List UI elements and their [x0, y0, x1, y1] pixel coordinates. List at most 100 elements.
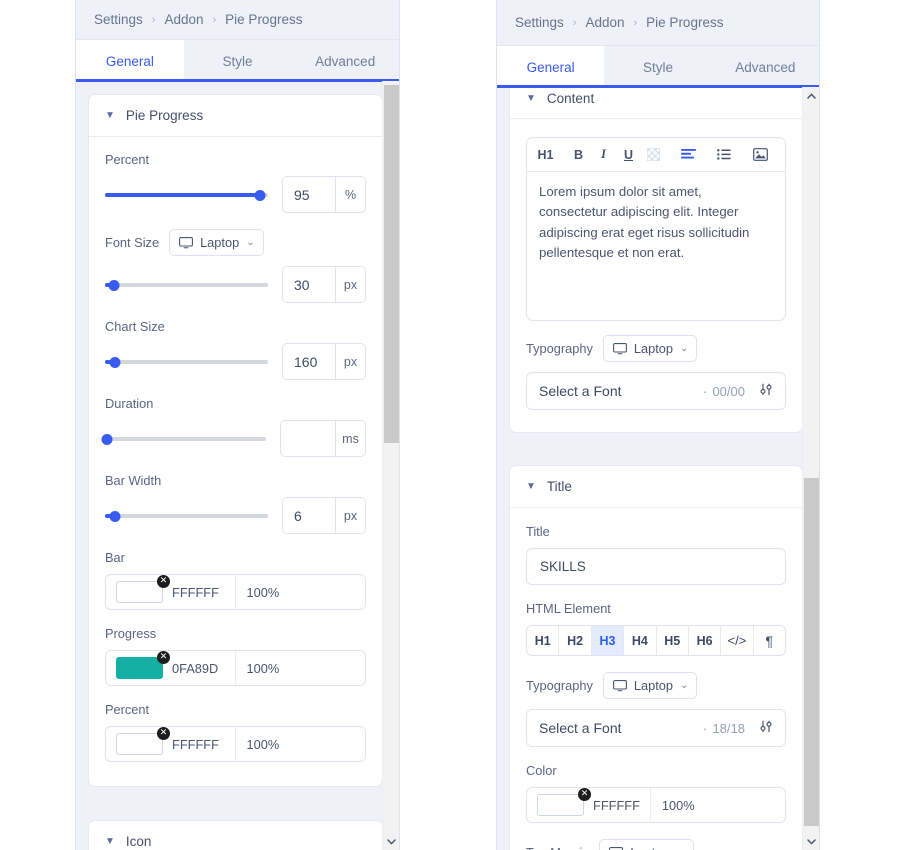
color-row-bar[interactable]: ✕ FFFFFF 100%: [105, 574, 366, 610]
chevron-down-icon: ⌄: [680, 680, 689, 691]
card-header-icon[interactable]: ▼ Icon: [89, 821, 382, 850]
input-bar-width-value[interactable]: 6: [283, 498, 335, 533]
slider-knob[interactable]: [101, 433, 113, 445]
slider-font-size[interactable]: [105, 276, 268, 294]
card-header-title[interactable]: ▼ Title: [510, 466, 802, 508]
input-percent[interactable]: 95 %: [282, 176, 366, 213]
scrollbar-right[interactable]: [802, 87, 819, 850]
image-icon[interactable]: [746, 138, 774, 172]
tab-general[interactable]: General: [497, 46, 605, 88]
underline-icon[interactable]: U: [616, 138, 641, 172]
input-duration-value[interactable]: [281, 421, 335, 456]
breadcrumb-item-addon[interactable]: Addon: [585, 15, 624, 30]
scrollbar-left[interactable]: [382, 81, 399, 850]
slider-bar-width[interactable]: [105, 507, 268, 525]
slider-knob[interactable]: [108, 279, 120, 291]
tab-advanced[interactable]: Advanced: [712, 46, 819, 88]
card-header-content[interactable]: ▼ Content: [510, 88, 802, 119]
rich-text-editor[interactable]: H1 B I U Lorem ipsum dolor sit amet, con…: [526, 137, 786, 321]
tab-style[interactable]: Style: [604, 46, 711, 88]
slider-knob[interactable]: [254, 189, 266, 201]
bold-icon[interactable]: B: [566, 138, 591, 172]
tab-general[interactable]: General: [76, 40, 184, 82]
font-picker-title[interactable]: Select a Font · 18/18: [526, 709, 786, 747]
slider-knob[interactable]: [109, 510, 121, 522]
color-swatch-title[interactable]: ✕: [537, 788, 591, 816]
input-percent-value[interactable]: 95: [283, 177, 335, 212]
color-opacity-percent[interactable]: 100%: [236, 727, 366, 761]
breadcrumb-item-addon[interactable]: Addon: [164, 12, 203, 27]
clear-color-icon[interactable]: ✕: [157, 727, 170, 740]
html-element-h3[interactable]: H3: [591, 626, 625, 655]
slider-chart-size[interactable]: [105, 353, 268, 371]
device-label: Laptop: [633, 678, 674, 693]
tab-advanced[interactable]: Advanced: [291, 40, 399, 82]
color-left-progress[interactable]: ✕ 0FA89D: [106, 651, 236, 685]
color-swatch-bar[interactable]: ✕: [116, 575, 170, 603]
breadcrumb-item-pie-progress[interactable]: Pie Progress: [646, 15, 723, 30]
html-element-h6[interactable]: H6: [689, 626, 722, 655]
breadcrumb-separator-icon: ›: [572, 16, 577, 29]
tab-style[interactable]: Style: [184, 40, 292, 82]
breadcrumb-item-settings[interactable]: Settings: [94, 12, 143, 27]
slider-knob[interactable]: [109, 356, 121, 368]
html-element-paragraph-icon[interactable]: ¶: [754, 626, 785, 655]
scrollbar-thumb-right[interactable]: [804, 478, 819, 826]
color-left-title[interactable]: ✕ FFFFFF: [527, 788, 651, 822]
card-pie-progress: ▼ Pie Progress Percent 95 % Font Size La…: [88, 94, 383, 787]
color-swatch-progress[interactable]: ✕: [116, 651, 170, 679]
link-icon[interactable]: [782, 138, 785, 172]
card-header-pie-progress[interactable]: ▼ Pie Progress: [89, 95, 382, 137]
slider-percent[interactable]: [105, 186, 268, 204]
html-element-h5[interactable]: H5: [657, 626, 689, 655]
typography-settings-icon[interactable]: [759, 383, 773, 399]
slider-duration[interactable]: [101, 430, 266, 448]
html-element-h2[interactable]: H2: [559, 626, 592, 655]
device-selector-font-size[interactable]: Laptop ⌄: [169, 229, 264, 256]
input-font-size[interactable]: 30 px: [282, 266, 366, 303]
input-duration[interactable]: ms: [280, 420, 366, 457]
color-opacity-progress[interactable]: 100%: [236, 651, 366, 685]
scroll-down-arrow-icon[interactable]: [383, 833, 399, 850]
clear-color-icon[interactable]: ✕: [578, 788, 591, 801]
field-progress-color: Progress ✕ 0FA89D 100%: [105, 626, 366, 686]
color-opacity-bar[interactable]: 100%: [236, 575, 366, 609]
color-row-progress[interactable]: ✕ 0FA89D 100%: [105, 650, 366, 686]
font-size-value: 18/18: [712, 720, 745, 736]
breadcrumb-item-settings[interactable]: Settings: [515, 15, 564, 30]
input-bar-width[interactable]: 6 px: [282, 497, 366, 534]
transparency-icon[interactable]: [641, 138, 666, 172]
scroll-up-arrow-icon[interactable]: [803, 87, 819, 104]
input-chart-size[interactable]: 160 px: [282, 343, 366, 380]
color-left-bar[interactable]: ✕ FFFFFF: [106, 575, 236, 609]
scrollbar-thumb-left[interactable]: [384, 85, 399, 443]
caret-down-icon: ▼: [105, 835, 115, 847]
editor-content-text[interactable]: Lorem ipsum dolor sit amet, consectetur …: [527, 172, 785, 320]
color-left-percent[interactable]: ✕ FFFFFF: [106, 727, 236, 761]
html-element-h4[interactable]: H4: [624, 626, 657, 655]
color-row-percent[interactable]: ✕ FFFFFF 100%: [105, 726, 366, 762]
breadcrumb-item-pie-progress[interactable]: Pie Progress: [225, 12, 302, 27]
input-chart-size-value[interactable]: 160: [283, 344, 335, 379]
html-element-code-icon[interactable]: </>: [721, 626, 754, 655]
typography-settings-icon[interactable]: [759, 720, 773, 736]
html-element-h1[interactable]: H1: [527, 626, 560, 655]
clear-color-icon[interactable]: ✕: [157, 651, 170, 664]
color-row-title[interactable]: ✕ FFFFFF 100%: [526, 787, 786, 823]
device-selector-top-margin[interactable]: Laptop ⌄: [599, 839, 694, 850]
input-font-size-value[interactable]: 30: [283, 267, 335, 302]
device-selector-typography-title[interactable]: Laptop ⌄: [602, 672, 698, 699]
scroll-down-arrow-icon[interactable]: [803, 833, 819, 850]
italic-icon[interactable]: I: [591, 138, 616, 172]
unit-font-size: px: [335, 267, 365, 302]
device-selector-typography-content[interactable]: Laptop ⌄: [602, 335, 698, 362]
clear-color-icon[interactable]: ✕: [157, 575, 170, 588]
settings-panel-right: Settings › Addon › Pie Progress General …: [496, 0, 820, 850]
align-left-icon[interactable]: [674, 138, 702, 172]
color-swatch-percent[interactable]: ✕: [116, 727, 170, 755]
heading-h1-icon[interactable]: H1: [533, 138, 558, 172]
input-title[interactable]: SKILLS: [526, 548, 786, 585]
bullet-list-icon[interactable]: [710, 138, 738, 172]
color-opacity-title[interactable]: 100%: [651, 788, 785, 822]
font-picker-content[interactable]: Select a Font · 00/00: [526, 372, 786, 410]
